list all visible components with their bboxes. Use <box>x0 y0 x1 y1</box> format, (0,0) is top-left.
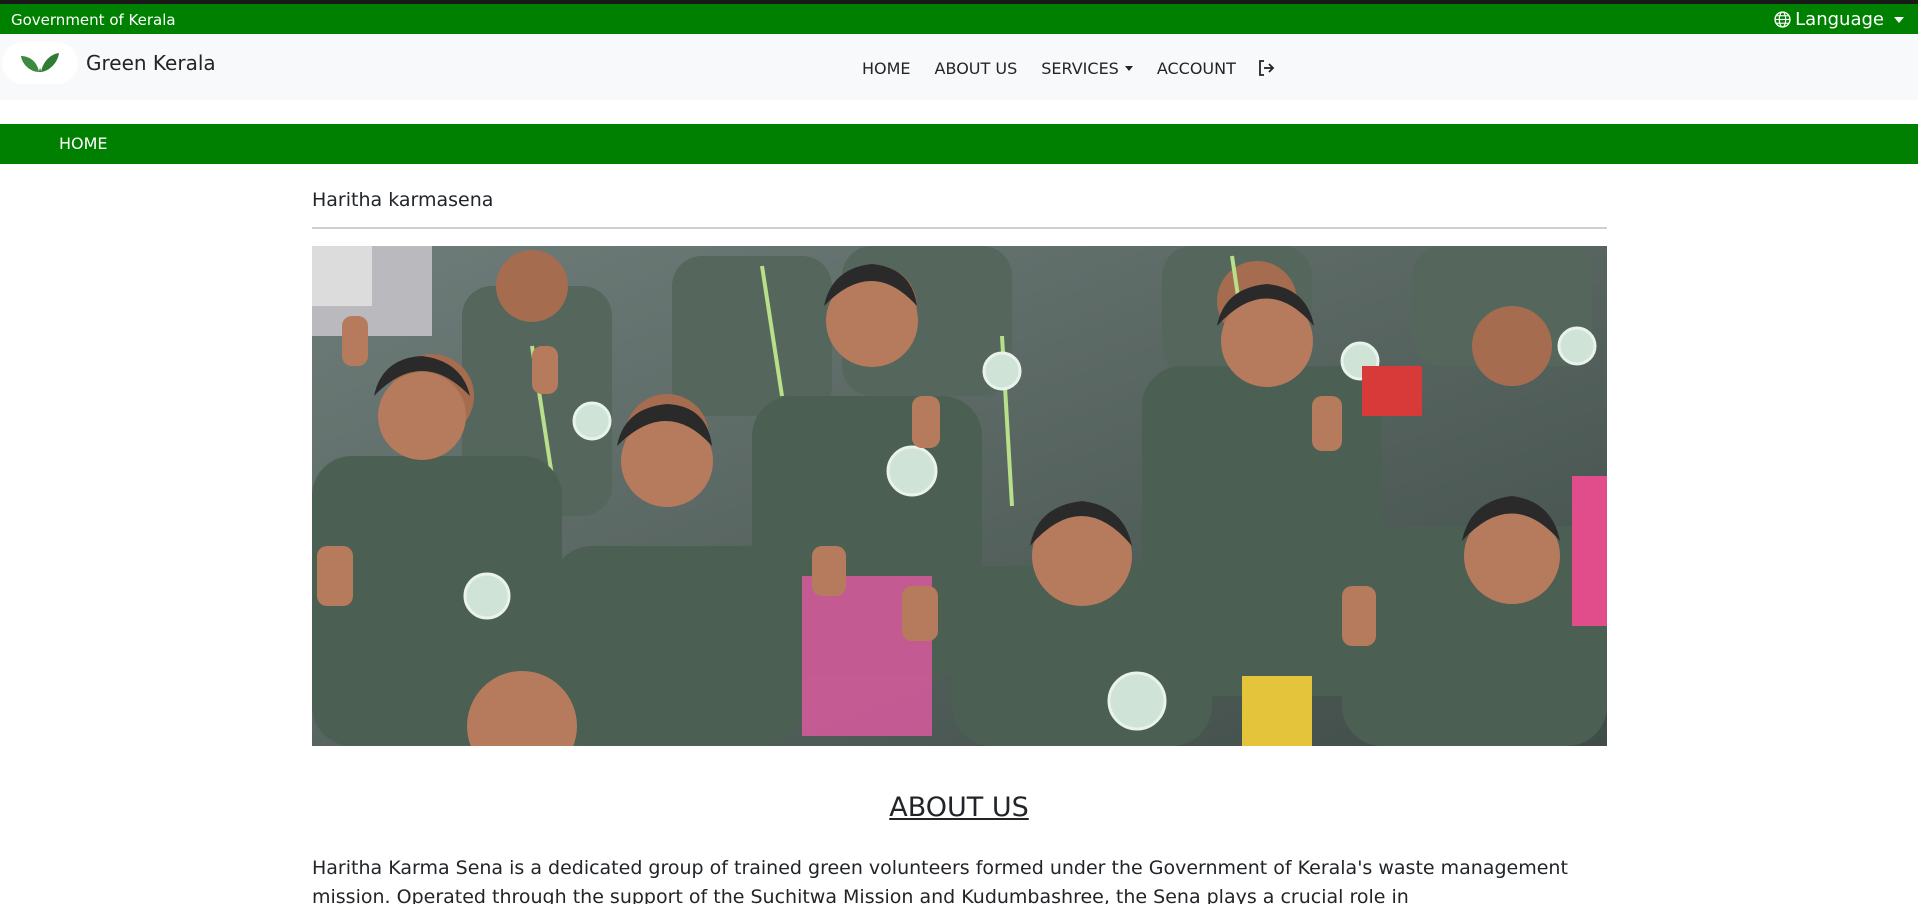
nav-services-label: SERVICES <box>1041 58 1119 78</box>
leaf-logo-icon <box>2 42 78 84</box>
nav-services-dropdown[interactable]: SERVICES <box>1041 59 1133 78</box>
breadcrumb-bar: HOME <box>0 124 1918 164</box>
main-navbar: Green Kerala HOME ABOUT US SERVICES ACCO… <box>0 34 1918 100</box>
logout-icon[interactable] <box>1256 58 1276 78</box>
title-divider <box>312 227 1607 229</box>
chevron-down-icon <box>1894 16 1904 23</box>
chevron-down-icon <box>1124 65 1133 71</box>
page-title: Haritha karmasena <box>312 189 494 211</box>
breadcrumb-home[interactable]: HOME <box>59 134 108 153</box>
language-label: Language <box>1795 9 1884 30</box>
main-nav: HOME ABOUT US SERVICES ACCOUNT <box>862 58 1276 78</box>
brand-name: Green Kerala <box>86 51 216 75</box>
globe-icon <box>1774 11 1791 28</box>
about-heading: ABOUT US <box>889 792 1029 823</box>
nav-account[interactable]: ACCOUNT <box>1157 59 1236 78</box>
language-dropdown[interactable]: Language <box>1774 9 1904 30</box>
hero-image <box>312 246 1607 746</box>
brand-link[interactable]: Green Kerala <box>2 42 216 84</box>
government-bar: Government of Kerala Language <box>0 4 1918 34</box>
government-label: Government of Kerala <box>11 11 176 29</box>
about-paragraph: Haritha Karma Sena is a dedicated group … <box>312 857 1568 904</box>
nav-home[interactable]: HOME <box>862 59 911 78</box>
nav-about-us[interactable]: ABOUT US <box>935 59 1018 78</box>
